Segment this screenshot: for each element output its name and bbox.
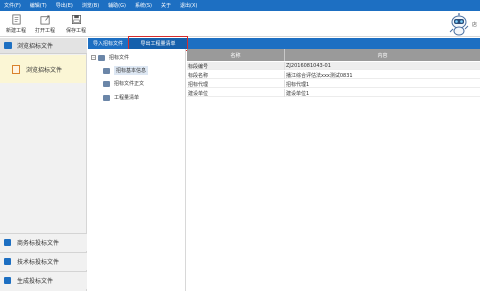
save-project-icon [71,15,81,24]
column-header-name: 名称 [187,49,285,61]
browse-icon [4,42,12,49]
save-project-label: 保存工程 [65,28,86,34]
sidebar-item-label: 浏览招标文件 [26,66,63,74]
tab-export-bill-of-quantities[interactable]: 导出工程量清单 [129,38,187,49]
tree-panel: − 招标文件 招标基本信息 招标文件正文 工程量清单 [88,49,186,291]
new-project-button[interactable]: 新建工程 [3,14,29,36]
sidebar-section-label: 技术标投标文件 [17,259,60,266]
table-row[interactable]: 标段编号 ZJ2016081043-01 [187,62,480,70]
sidebar-header-label: 浏览招标文件 [17,43,54,50]
folder-icon [98,54,105,61]
tree-item-label: 工程量清单 [114,95,140,101]
sidebar-section-label: 生成投标文件 [17,278,54,285]
menu-assist[interactable]: 辅助(G) [108,2,126,9]
collapse-icon[interactable]: − [91,55,96,60]
sidebar-section-label: 商务标投标文件 [17,240,60,247]
table-row[interactable]: 标段名称 播江综合评估法xxx测试0831 [187,71,480,79]
new-project-label: 新建工程 [5,28,26,34]
tree-item-label: 招标文件正文 [114,81,145,87]
sidebar-header-browse-tender[interactable]: 浏览招标文件 [0,38,87,54]
open-project-icon [40,15,50,25]
cell-value: 建设单位1 [286,90,310,97]
menu-file[interactable]: 文件(F) [4,2,21,9]
sidebar-section-technical-bid[interactable]: 技术标投标文件 [0,252,87,270]
tree-item-bill-of-quantities[interactable]: 工程量清单 [103,94,139,101]
column-header-content: 内容 [377,52,388,59]
sidebar-section-business-bid[interactable]: 商务标投标文件 [0,233,87,251]
menu-about[interactable]: 关于 [161,2,171,9]
generate-bid-icon [4,277,11,284]
new-project-icon [11,14,21,25]
tree-item-basic-info[interactable]: 招标基本信息 [103,66,149,75]
tab-bar: 导入招标文件 导出工程量清单 [88,38,480,49]
cell-name: 标段名称 [187,71,285,79]
table-row[interactable]: 招标代理 招标代理1 [187,80,480,88]
tree-root-label: 招标文件 [109,55,130,61]
open-project-button[interactable]: 打开工程 [32,14,58,36]
tree-root-tender-file[interactable]: − 招标文件 [91,54,129,61]
menu-edit[interactable]: 编辑(T) [30,2,47,9]
business-bid-icon [4,239,11,246]
sidebar-item-browse-tender[interactable]: 浏览招标文件 [0,55,86,83]
cell-name: 建设单位 [187,89,285,97]
menu-exit[interactable]: 退出(X) [180,2,197,9]
menu-system[interactable]: 系统(S) [135,2,152,9]
menu-browse[interactable]: 浏览(B) [82,2,99,9]
folder-icon [103,94,110,101]
cell-value: 播江综合评估法xxx测试0831 [286,72,353,79]
sidebar-section-generate-bid[interactable]: 生成投标文件 [0,271,87,289]
assistant-robot-icon[interactable] [448,13,470,36]
document-icon [12,64,20,74]
table-row[interactable]: 建设单位 建设单位1 [187,89,480,97]
toolbar: 新建工程 打开工程 保存工程 [0,11,480,37]
assistant-label: 店 [472,22,478,28]
menu-export[interactable]: 导出(E) [56,2,73,9]
cell-value: ZJ2016081043-01 [286,63,331,69]
technical-bid-icon [4,258,11,265]
folder-icon [103,67,110,74]
sidebar: 浏览招标文件 浏览招标文件 商务标投标文件 技术标投标文件 生成投标文件 [0,38,87,291]
cell-name: 招标代理 [187,80,285,88]
cell-name: 标段编号 [187,62,285,70]
tab-import-tender[interactable]: 导入招标文件 [88,38,128,49]
save-project-button[interactable]: 保存工程 [63,14,89,36]
folder-icon [103,80,110,87]
cell-value: 招标代理1 [286,81,310,88]
tree-item-label: 招标基本信息 [114,66,149,75]
table-header: 名称 内容 [187,49,480,61]
open-project-label: 打开工程 [34,28,55,34]
tree-item-tender-body[interactable]: 招标文件正文 [103,80,144,87]
menu-bar: 文件(F) 编辑(T) 导出(E) 浏览(B) 辅助(G) 系统(S) 关于 退… [0,0,480,11]
